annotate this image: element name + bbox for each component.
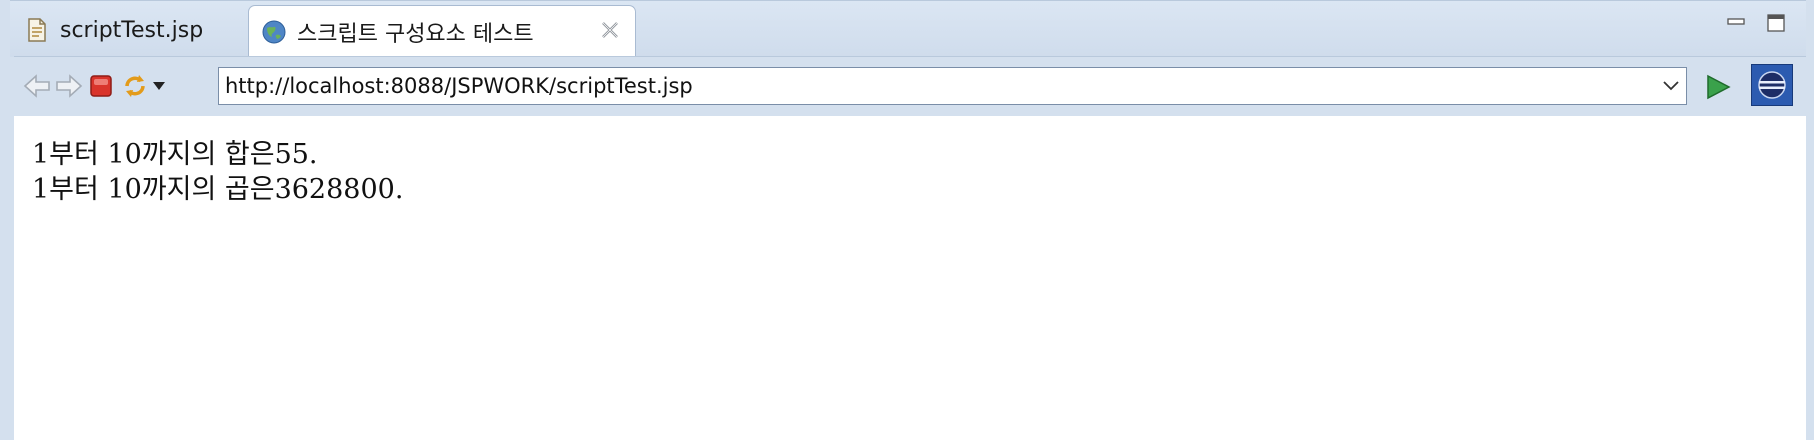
stop-icon[interactable]	[86, 71, 116, 101]
refresh-dropdown-icon[interactable]	[148, 71, 170, 101]
sum-text: 1부터 10까지의 합은55.	[32, 139, 318, 170]
chevron-down-icon[interactable]	[1656, 69, 1686, 103]
back-icon[interactable]	[22, 71, 52, 101]
tab-label: 스크립트 구성요소 테스트	[297, 21, 534, 47]
browser-toolbar	[14, 56, 1806, 116]
tab-strip: scriptTest.jsp 스크립트 구성요소 테스트	[10, 0, 1806, 57]
refresh-icon[interactable]	[120, 71, 150, 101]
forward-icon[interactable]	[54, 71, 84, 101]
globe-icon	[261, 19, 287, 45]
eclipse-icon[interactable]	[1751, 64, 1793, 106]
tab-script-components-test[interactable]: 스크립트 구성요소 테스트	[248, 5, 636, 57]
close-icon[interactable]	[599, 19, 621, 41]
address-bar	[218, 67, 1687, 105]
maximize-icon[interactable]	[1766, 13, 1786, 33]
product-text: 1부터 10까지의 곱은3628800.	[32, 174, 404, 205]
url-input[interactable]	[219, 69, 1656, 103]
tab-script-test-jsp[interactable]: scriptTest.jsp	[10, 5, 248, 55]
page-content: 1부터 10까지의 합은55. 1부터 10까지의 곱은3628800.	[14, 116, 1806, 440]
jsp-file-icon	[24, 17, 50, 43]
minimize-icon[interactable]	[1726, 13, 1746, 33]
go-icon[interactable]	[1701, 70, 1735, 104]
tab-label: scriptTest.jsp	[60, 17, 204, 43]
